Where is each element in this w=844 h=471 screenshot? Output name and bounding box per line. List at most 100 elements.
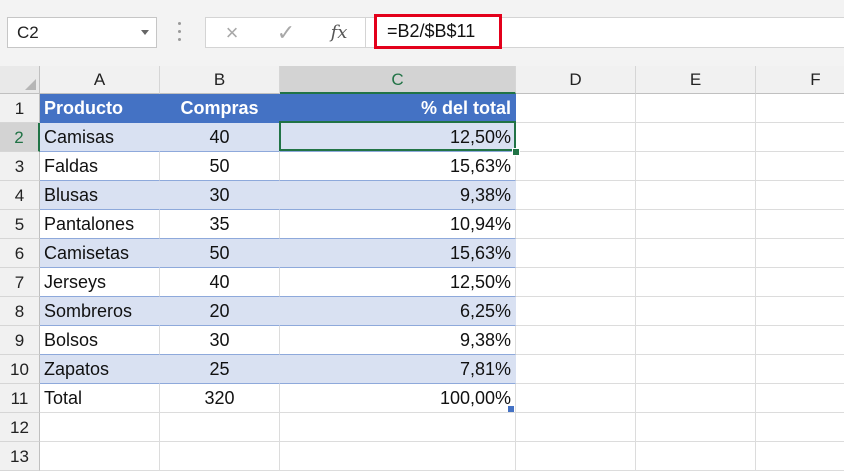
empty-cell[interactable] — [516, 268, 636, 297]
name-box[interactable]: C2 — [7, 17, 157, 48]
column-header-b[interactable]: B — [160, 66, 280, 94]
table-cell[interactable]: 50 — [160, 152, 280, 181]
table-cell[interactable]: 40 — [160, 268, 280, 297]
drag-handle-icon[interactable] — [178, 22, 182, 42]
empty-cell[interactable] — [756, 413, 844, 442]
row-header-1[interactable]: 1 — [0, 94, 40, 123]
spreadsheet-grid[interactable]: A B C D E F 1 Producto Compras% del total 2… — [0, 66, 844, 471]
table-cell[interactable]: 15,63% — [280, 152, 516, 181]
table-cell[interactable]: 320 — [160, 384, 280, 413]
empty-cell[interactable] — [516, 355, 636, 384]
table-cell[interactable]: 30 — [160, 181, 280, 210]
table-cell[interactable]: Camisetas — [40, 239, 160, 268]
table-cell[interactable]: 35 — [160, 210, 280, 239]
table-header-cell[interactable]: Compras — [160, 94, 280, 123]
empty-cell[interactable] — [516, 152, 636, 181]
empty-cell[interactable] — [756, 123, 844, 152]
empty-cell[interactable] — [40, 442, 160, 471]
row-header-4[interactable]: 4 — [0, 181, 40, 210]
empty-cell[interactable] — [756, 384, 844, 413]
table-cell[interactable]: 100,00% — [280, 384, 516, 413]
row-header-9[interactable]: 9 — [0, 326, 40, 355]
empty-cell[interactable] — [756, 152, 844, 181]
empty-cell[interactable] — [756, 181, 844, 210]
table-cell[interactable]: 15,63% — [280, 239, 516, 268]
empty-cell[interactable] — [636, 355, 756, 384]
empty-cell[interactable] — [516, 210, 636, 239]
empty-cell[interactable] — [516, 181, 636, 210]
empty-cell[interactable] — [516, 384, 636, 413]
empty-cell[interactable] — [636, 94, 756, 123]
fill-handle[interactable] — [512, 148, 520, 156]
row-header-2[interactable]: 2 — [0, 123, 40, 152]
empty-cell[interactable] — [160, 413, 280, 442]
table-cell[interactable]: Blusas — [40, 181, 160, 210]
empty-cell[interactable] — [636, 239, 756, 268]
formula-highlight-box[interactable]: =B2/$B$11 — [374, 14, 502, 49]
table-cell[interactable]: Total — [40, 384, 160, 413]
empty-cell[interactable] — [636, 297, 756, 326]
column-header-f[interactable]: F — [756, 66, 844, 94]
table-cell[interactable]: Zapatos — [40, 355, 160, 384]
empty-cell[interactable] — [756, 210, 844, 239]
empty-cell[interactable] — [756, 239, 844, 268]
table-resize-handle[interactable] — [508, 406, 514, 412]
table-cell[interactable]: 12,50% — [280, 123, 516, 152]
row-header-12[interactable]: 12 — [0, 413, 40, 442]
empty-cell[interactable] — [756, 326, 844, 355]
empty-cell[interactable] — [756, 442, 844, 471]
empty-cell[interactable] — [636, 384, 756, 413]
table-cell[interactable]: 9,38% — [280, 181, 516, 210]
empty-cell[interactable] — [516, 239, 636, 268]
empty-cell[interactable] — [756, 297, 844, 326]
empty-cell[interactable] — [636, 413, 756, 442]
column-header-d[interactable]: D — [516, 66, 636, 94]
table-cell[interactable]: Sombreros — [40, 297, 160, 326]
chevron-down-icon[interactable] — [141, 30, 149, 35]
table-cell[interactable]: 12,50% — [280, 268, 516, 297]
empty-cell[interactable] — [636, 268, 756, 297]
table-header-cell[interactable]: Producto — [40, 94, 160, 123]
select-all-corner[interactable] — [0, 66, 40, 94]
empty-cell[interactable] — [516, 297, 636, 326]
enter-check-icon[interactable]: ✓ — [266, 18, 306, 47]
empty-cell[interactable] — [280, 413, 516, 442]
empty-cell[interactable] — [636, 181, 756, 210]
row-header-5[interactable]: 5 — [0, 210, 40, 239]
table-cell[interactable]: 10,94% — [280, 210, 516, 239]
insert-function-icon[interactable]: fx — [319, 18, 359, 47]
table-cell[interactable]: 7,81% — [280, 355, 516, 384]
empty-cell[interactable] — [516, 123, 636, 152]
table-cell[interactable]: Jerseys — [40, 268, 160, 297]
row-header-10[interactable]: 10 — [0, 355, 40, 384]
row-header-7[interactable]: 7 — [0, 268, 40, 297]
empty-cell[interactable] — [756, 268, 844, 297]
cancel-icon[interactable]: × — [212, 18, 252, 47]
table-cell[interactable]: Camisas — [40, 123, 160, 152]
column-header-c[interactable]: C — [280, 66, 516, 94]
empty-cell[interactable] — [756, 355, 844, 384]
row-header-13[interactable]: 13 — [0, 442, 40, 471]
table-cell[interactable]: 9,38% — [280, 326, 516, 355]
empty-cell[interactable] — [636, 442, 756, 471]
empty-cell[interactable] — [160, 442, 280, 471]
table-cell[interactable]: 6,25% — [280, 297, 516, 326]
table-cell[interactable]: 30 — [160, 326, 280, 355]
column-header-a[interactable]: A — [40, 66, 160, 94]
empty-cell[interactable] — [516, 94, 636, 123]
table-header-cell[interactable]: % del total — [280, 94, 516, 123]
row-header-3[interactable]: 3 — [0, 152, 40, 181]
empty-cell[interactable] — [516, 326, 636, 355]
row-header-6[interactable]: 6 — [0, 239, 40, 268]
table-cell[interactable]: 20 — [160, 297, 280, 326]
empty-cell[interactable] — [280, 442, 516, 471]
empty-cell[interactable] — [636, 152, 756, 181]
table-cell[interactable]: 25 — [160, 355, 280, 384]
row-header-8[interactable]: 8 — [0, 297, 40, 326]
table-cell[interactable]: 50 — [160, 239, 280, 268]
column-header-e[interactable]: E — [636, 66, 756, 94]
empty-cell[interactable] — [636, 326, 756, 355]
table-cell[interactable]: Bolsos — [40, 326, 160, 355]
table-cell[interactable]: Faldas — [40, 152, 160, 181]
empty-cell[interactable] — [516, 442, 636, 471]
